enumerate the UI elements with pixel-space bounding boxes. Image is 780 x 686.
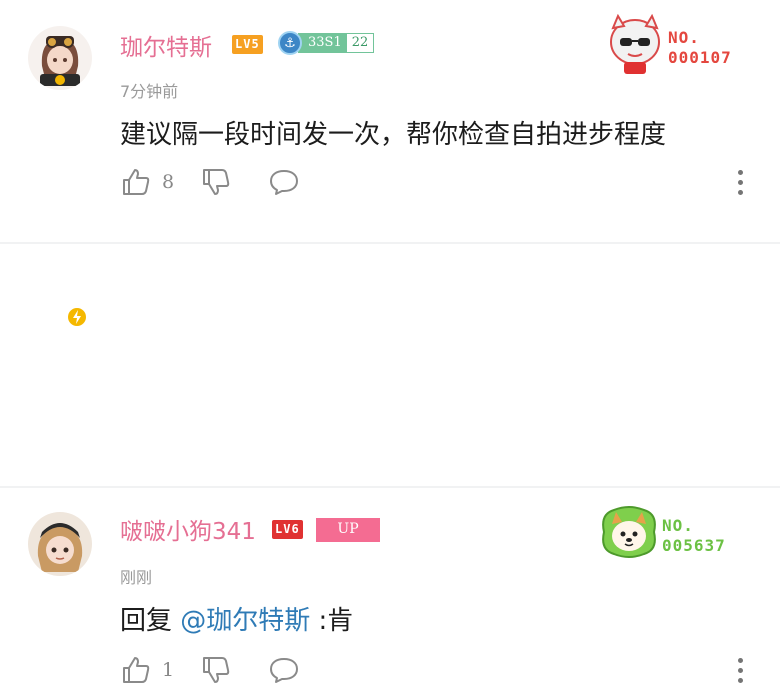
user-avatar[interactable] — [28, 512, 92, 576]
more-options-icon[interactable] — [728, 166, 752, 198]
fan-number-value: 000107 — [668, 48, 732, 67]
fan-number: NO. 000107 — [668, 28, 732, 68]
fan-number-value: 005637 — [662, 536, 726, 555]
reply-text: :肯 — [310, 606, 354, 636]
dislike-icon[interactable] — [200, 654, 232, 686]
comment-item: 啵啵小狗341 LV6 UP 刚刚 回复 @珈尔特斯 :肯 1 NO. 0056… — [0, 244, 780, 683]
fan-card-image[interactable] — [600, 504, 658, 564]
medal-name: 33S1 — [298, 33, 346, 53]
comment-time: 刚刚 — [120, 568, 153, 587]
up-badge: UP — [316, 518, 380, 542]
comment-time: 7分钟前 — [120, 82, 179, 101]
reply-icon[interactable] — [268, 166, 300, 198]
dislike-icon[interactable] — [200, 166, 232, 198]
comment-item: 珈尔特斯 LV5 ⚓ 33S1 22 7分钟前 建议隔一段时间发一次，帮你检查自… — [0, 0, 780, 242]
fan-medal[interactable]: ⚓ 33S1 22 — [278, 31, 375, 55]
comment-actions: 1 — [120, 654, 300, 686]
like-icon[interactable] — [120, 166, 152, 198]
fan-card-image[interactable] — [606, 13, 664, 80]
fan-number: NO. 005637 — [662, 516, 726, 556]
medal-level: 22 — [345, 33, 375, 53]
comment-actions: 8 — [120, 166, 300, 198]
mention-link[interactable]: @珈尔特斯 — [180, 606, 310, 636]
user-avatar[interactable] — [28, 26, 92, 90]
comment-text: 建议隔一段时间发一次，帮你检查自拍进步程度 — [120, 120, 667, 150]
username[interactable]: 啵啵小狗341 — [120, 512, 256, 546]
verified-badge-icon — [66, 306, 88, 328]
like-count: 8 — [162, 171, 175, 193]
reply-prefix: 回复 — [120, 606, 181, 636]
fan-number-label: NO. — [668, 28, 700, 47]
more-options-icon[interactable] — [728, 654, 752, 686]
anchor-icon: ⚓ — [278, 31, 302, 55]
level-badge: LV5 — [232, 35, 263, 54]
fan-number-label: NO. — [662, 516, 694, 535]
username[interactable]: 珈尔特斯 — [120, 28, 212, 62]
level-badge: LV6 — [272, 520, 303, 539]
reply-icon[interactable] — [268, 654, 300, 686]
comment-text: 回复 @珈尔特斯 :肯 — [120, 600, 353, 637]
like-count: 1 — [162, 659, 175, 681]
like-icon[interactable] — [120, 654, 152, 686]
